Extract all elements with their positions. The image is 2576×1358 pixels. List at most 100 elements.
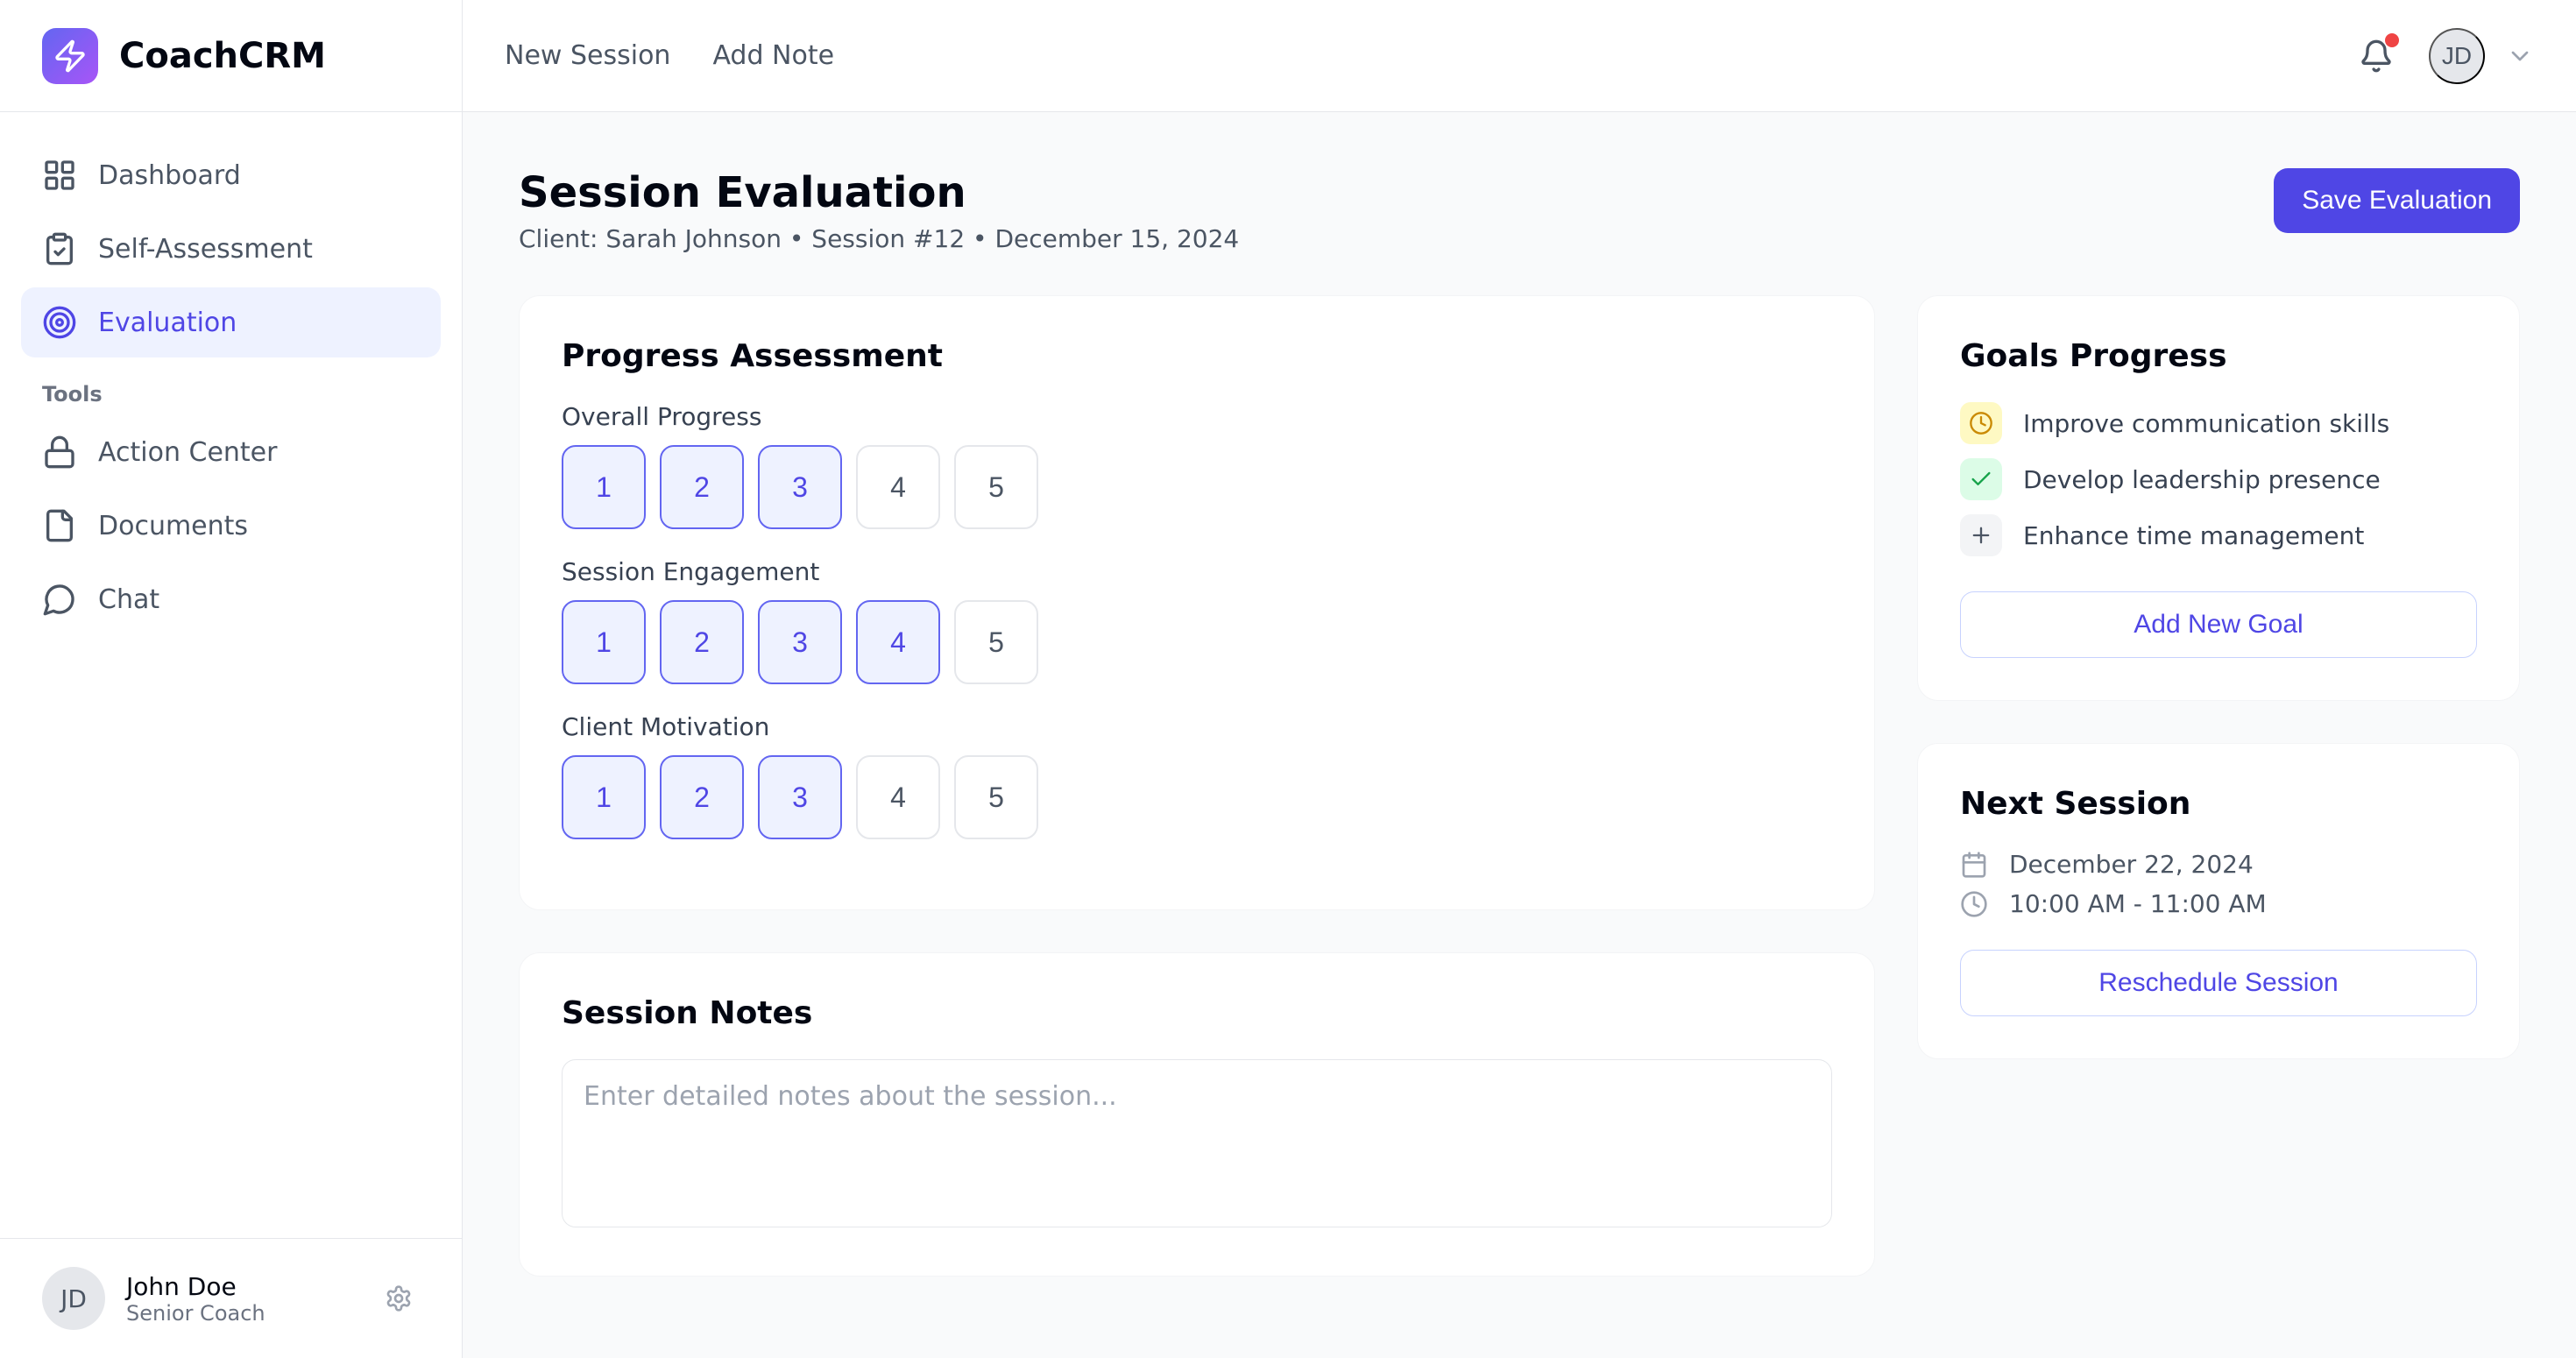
metric-label: Client Motivation bbox=[562, 712, 1832, 741]
clipboard-icon bbox=[42, 231, 77, 266]
goal-label: Develop leadership presence bbox=[2023, 465, 2381, 494]
user-meta: John Doe Senior Coach bbox=[126, 1272, 265, 1326]
next-session-date: December 22, 2024 bbox=[2009, 850, 2254, 879]
content-grid: Progress Assessment Overall Progress1234… bbox=[519, 295, 2520, 1277]
rating-block: Session Engagement 12345 bbox=[562, 557, 1832, 684]
goal-status-icon bbox=[1960, 458, 2002, 500]
user-menu-avatar[interactable]: JD bbox=[2429, 28, 2485, 84]
rating-button-5[interactable]: 5 bbox=[954, 755, 1038, 839]
metric-label: Overall Progress bbox=[562, 402, 1832, 431]
settings-button[interactable] bbox=[378, 1277, 420, 1319]
notifications-button[interactable] bbox=[2345, 25, 2408, 88]
rating-button-2[interactable]: 2 bbox=[660, 755, 744, 839]
user-role: Senior Coach bbox=[126, 1301, 265, 1326]
gear-icon bbox=[385, 1284, 413, 1312]
rating-block: Client Motivation 12345 bbox=[562, 712, 1832, 839]
save-evaluation-button[interactable]: Save Evaluation bbox=[2274, 168, 2520, 233]
zap-icon bbox=[53, 39, 88, 74]
rating-row: 12345 bbox=[562, 445, 1832, 529]
clock-icon bbox=[1960, 890, 1988, 918]
card-title: Goals Progress bbox=[1960, 338, 2477, 374]
rating-row: 12345 bbox=[562, 755, 1832, 839]
sidebar: CoachCRM Dashboard Self-Assessment Evalu… bbox=[0, 0, 463, 1358]
sidebar-item-action-center[interactable]: Action Center bbox=[21, 417, 441, 487]
page-header: Session Evaluation Client: Sarah Johnson… bbox=[519, 168, 2520, 253]
goal-item: Enhance time management bbox=[1960, 514, 2477, 556]
sidebar-item-label: Evaluation bbox=[98, 308, 237, 338]
rating-button-3[interactable]: 3 bbox=[758, 600, 842, 684]
goal-item: Develop leadership presence bbox=[1960, 458, 2477, 500]
reschedule-button[interactable]: Reschedule Session bbox=[1960, 950, 2477, 1016]
goal-status-icon bbox=[1960, 402, 2002, 444]
rating-button-4[interactable]: 4 bbox=[856, 445, 940, 529]
user-menu-toggle[interactable] bbox=[2506, 42, 2534, 70]
rating-button-3[interactable]: 3 bbox=[758, 445, 842, 529]
rating-button-5[interactable]: 5 bbox=[954, 600, 1038, 684]
sidebar-item-label: Documents bbox=[98, 511, 248, 541]
brand-name: CoachCRM bbox=[119, 36, 326, 76]
notification-dot bbox=[2385, 33, 2399, 47]
topnav-add-note[interactable]: Add Note bbox=[712, 40, 834, 71]
page-title: Session Evaluation bbox=[519, 168, 1239, 217]
session-notes-input[interactable] bbox=[562, 1059, 1832, 1227]
sidebar-user: JD John Doe Senior Coach bbox=[0, 1238, 462, 1358]
card-title: Progress Assessment bbox=[562, 338, 1832, 374]
sidebar-item-label: Chat bbox=[98, 584, 159, 615]
left-column: Progress Assessment Overall Progress1234… bbox=[519, 295, 1875, 1277]
goal-item: Improve communication skills bbox=[1960, 402, 2477, 444]
rating-block: Overall Progress 12345 bbox=[562, 402, 1832, 529]
rating-button-4[interactable]: 4 bbox=[856, 600, 940, 684]
sidebar-item-evaluation[interactable]: Evaluation bbox=[21, 287, 441, 357]
goals-card: Goals Progress Improve communication ski… bbox=[1917, 295, 2520, 701]
nav-section-tools: Tools bbox=[21, 361, 441, 414]
chat-icon bbox=[42, 582, 77, 617]
chevron-down-icon bbox=[2506, 42, 2534, 70]
goals-list: Improve communication skills Develop lead… bbox=[1960, 402, 2477, 556]
top-links: New Session Add Note bbox=[505, 40, 834, 71]
goal-status-icon bbox=[1960, 514, 2002, 556]
calendar-icon bbox=[1960, 851, 1988, 879]
progress-assessment-card: Progress Assessment Overall Progress1234… bbox=[519, 295, 1875, 910]
add-goal-button[interactable]: Add New Goal bbox=[1960, 591, 2477, 658]
avatar: JD bbox=[42, 1267, 105, 1330]
rating-button-2[interactable]: 2 bbox=[660, 445, 744, 529]
content-scroll[interactable]: Session Evaluation Client: Sarah Johnson… bbox=[463, 112, 2576, 1358]
rating-button-1[interactable]: 1 bbox=[562, 755, 646, 839]
sidebar-nav: Dashboard Self-Assessment Evaluation Too… bbox=[0, 112, 462, 1238]
card-title: Next Session bbox=[1960, 786, 2477, 822]
rating-button-3[interactable]: 3 bbox=[758, 755, 842, 839]
next-session-card: Next Session December 22, 2024 10:00 AM … bbox=[1917, 743, 2520, 1059]
brand: CoachCRM bbox=[0, 0, 462, 112]
dashboard-icon bbox=[42, 158, 77, 193]
main-column: New Session Add Note JD Session Evaluati… bbox=[463, 0, 2576, 1358]
rating-button-2[interactable]: 2 bbox=[660, 600, 744, 684]
right-column: Goals Progress Improve communication ski… bbox=[1917, 295, 2520, 1277]
sidebar-item-label: Action Center bbox=[98, 437, 277, 468]
topbar: New Session Add Note JD bbox=[463, 0, 2576, 112]
rating-button-1[interactable]: 1 bbox=[562, 445, 646, 529]
sidebar-item-self-assessment[interactable]: Self-Assessment bbox=[21, 214, 441, 284]
rating-button-5[interactable]: 5 bbox=[954, 445, 1038, 529]
lock-icon bbox=[42, 435, 77, 470]
rating-metrics-container: Overall Progress12345Session Engagement1… bbox=[562, 402, 1832, 839]
rating-row: 12345 bbox=[562, 600, 1832, 684]
sidebar-item-label: Self-Assessment bbox=[98, 234, 313, 265]
goal-label: Enhance time management bbox=[2023, 521, 2364, 550]
metric-label: Session Engagement bbox=[562, 557, 1832, 586]
sidebar-item-documents[interactable]: Documents bbox=[21, 491, 441, 561]
next-session-time-row: 10:00 AM - 11:00 AM bbox=[1960, 889, 2477, 918]
app-logo bbox=[42, 28, 98, 84]
file-icon bbox=[42, 508, 77, 543]
goal-label: Improve communication skills bbox=[2023, 409, 2389, 438]
target-icon bbox=[42, 305, 77, 340]
topbar-right: JD bbox=[2345, 25, 2534, 88]
rating-button-1[interactable]: 1 bbox=[562, 600, 646, 684]
topnav-new-session[interactable]: New Session bbox=[505, 40, 670, 71]
rating-button-4[interactable]: 4 bbox=[856, 755, 940, 839]
sidebar-item-chat[interactable]: Chat bbox=[21, 564, 441, 634]
sidebar-item-label: Dashboard bbox=[98, 160, 241, 191]
next-session-time: 10:00 AM - 11:00 AM bbox=[2009, 889, 2267, 918]
user-name: John Doe bbox=[126, 1272, 265, 1301]
next-session-date-row: December 22, 2024 bbox=[1960, 850, 2477, 879]
sidebar-item-dashboard[interactable]: Dashboard bbox=[21, 140, 441, 210]
